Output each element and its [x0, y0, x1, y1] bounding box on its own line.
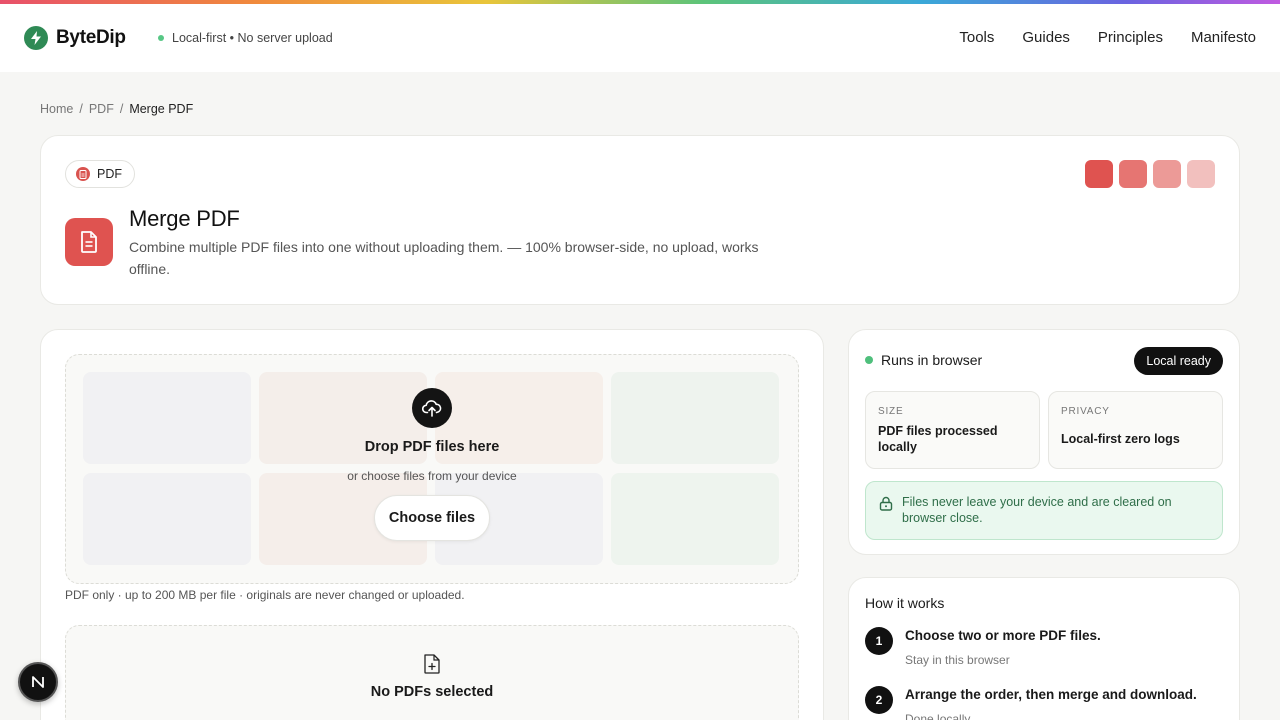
nav-guides[interactable]: Guides	[1022, 29, 1070, 46]
file-requirements-note: PDF only · up to 200 MB per file · origi…	[65, 588, 465, 602]
brand-logo[interactable]: ByteDip	[24, 26, 126, 50]
pdf-file-icon	[76, 167, 90, 181]
step-number: 1	[865, 627, 893, 655]
site-header: ByteDip Local-first • No server upload T…	[0, 4, 1280, 72]
step-subtitle: Done locally	[905, 712, 971, 720]
breadcrumb-current: Merge PDF	[129, 102, 194, 116]
runtime-status-card: Runs in browser Local ready SIZE PDF fil…	[848, 329, 1240, 555]
dev-tools-button[interactable]	[18, 662, 58, 702]
nav-principles[interactable]: Principles	[1098, 29, 1163, 46]
lightning-bolt-icon	[24, 26, 48, 50]
brand-name: ByteDip	[56, 27, 126, 48]
how-it-works-title: How it works	[865, 595, 945, 611]
runtime-status-label: Runs in browser	[881, 352, 983, 368]
nav-manifesto[interactable]: Manifesto	[1191, 29, 1256, 46]
tagline-text: Local-first • No server upload	[172, 31, 333, 45]
privacy-notice: Files never leave your device and are cl…	[865, 481, 1223, 540]
decorative-tile	[83, 473, 251, 565]
nav-tools[interactable]: Tools	[959, 29, 994, 46]
breadcrumb-home[interactable]: Home	[40, 102, 73, 116]
step-title: Choose two or more PDF files.	[905, 628, 1101, 643]
page-description: Combine multiple PDF files into one with…	[129, 239, 759, 277]
lock-icon	[879, 496, 893, 515]
step-title: Arrange the order, then merge and downlo…	[905, 687, 1197, 702]
runtime-status: Runs in browser	[865, 352, 982, 368]
swatch	[1119, 160, 1147, 188]
empty-state-title: No PDFs selected	[370, 684, 494, 700]
tool-header-card: PDF Merge PDF Combine multiple PDF files…	[40, 135, 1240, 305]
decorative-tile	[611, 473, 779, 565]
step-number: 2	[865, 686, 893, 714]
swatch	[1153, 160, 1181, 188]
status-dot-icon	[865, 356, 873, 364]
status-dot-icon	[158, 35, 164, 41]
status-badge: Local ready	[1134, 347, 1223, 375]
dropzone-title: Drop PDF files here	[364, 439, 500, 455]
dropzone-subtitle: or choose files from your device	[347, 469, 517, 483]
merge-tool-panel: Drop PDF files here or choose files from…	[40, 329, 824, 720]
page-title: Merge PDF	[129, 206, 240, 231]
main-nav: Tools Guides Principles Manifesto	[959, 29, 1256, 46]
breadcrumb-separator: /	[79, 102, 83, 116]
breadcrumb-separator: /	[119, 102, 124, 116]
header-tagline: Local-first • No server upload	[158, 31, 333, 45]
color-swatches	[1085, 160, 1215, 188]
size-label: SIZE	[878, 406, 904, 417]
cloud-upload-icon	[412, 388, 452, 428]
breadcrumb-pdf[interactable]: PDF	[89, 102, 114, 116]
document-icon	[65, 218, 113, 266]
privacy-info-box: PRIVACY Local-first zero logs	[1048, 391, 1223, 469]
file-dropzone[interactable]: Drop PDF files here or choose files from…	[65, 354, 799, 584]
privacy-value: Local-first zero logs	[1061, 432, 1180, 446]
file-plus-icon	[423, 654, 441, 679]
choose-files-button[interactable]: Choose files	[374, 495, 490, 541]
privacy-notice-text: Files never leave your device and are cl…	[902, 495, 1172, 525]
n-logo-icon	[32, 676, 44, 688]
selected-files-empty-state: No PDFs selected	[65, 625, 799, 720]
step-subtitle: Stay in this browser	[905, 653, 1010, 667]
swatch	[1187, 160, 1215, 188]
swatch	[1085, 160, 1113, 188]
chip-label: PDF	[97, 167, 122, 181]
how-it-works-card: How it works 1 Choose two or more PDF fi…	[848, 577, 1240, 720]
privacy-label: PRIVACY	[1061, 406, 1110, 417]
size-info-box: SIZE PDF files processed locally	[865, 391, 1040, 469]
breadcrumb: Home / PDF / Merge PDF	[40, 102, 193, 116]
category-chip[interactable]: PDF	[65, 160, 135, 188]
size-value: PDF files processed locally	[878, 424, 998, 454]
